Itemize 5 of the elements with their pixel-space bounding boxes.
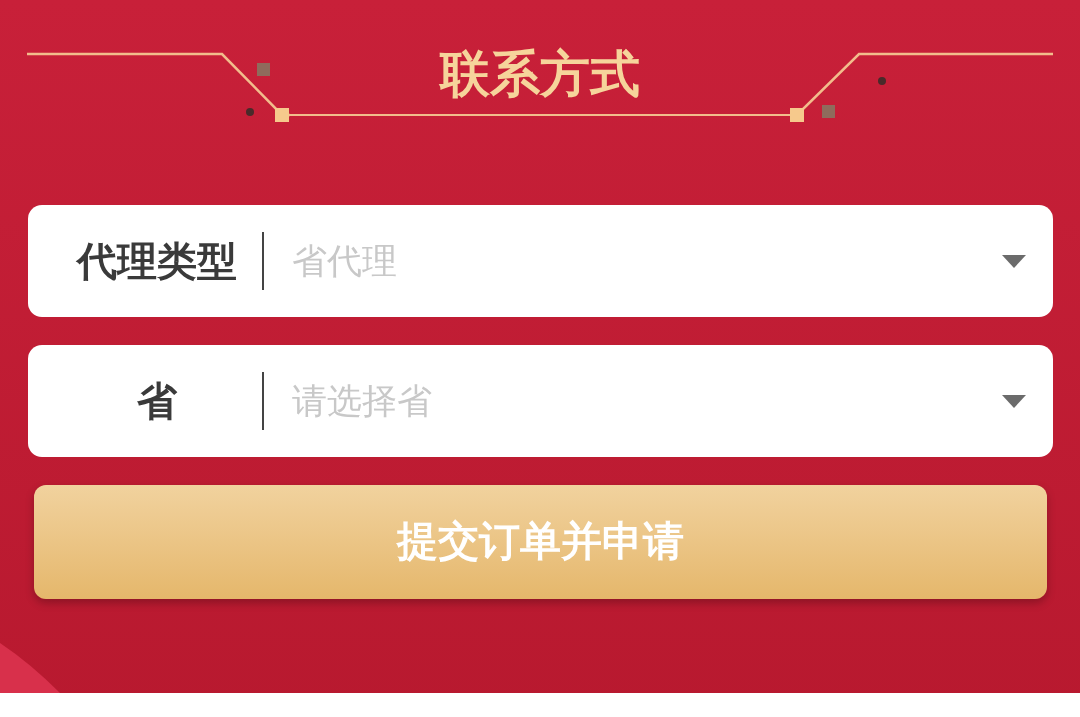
section-title: 联系方式 (440, 48, 640, 100)
caret-icon (1002, 394, 1026, 408)
caret-icon (1002, 254, 1026, 268)
field-label: 省 (136, 378, 178, 425)
field-label: 代理类型 (75, 238, 238, 285)
